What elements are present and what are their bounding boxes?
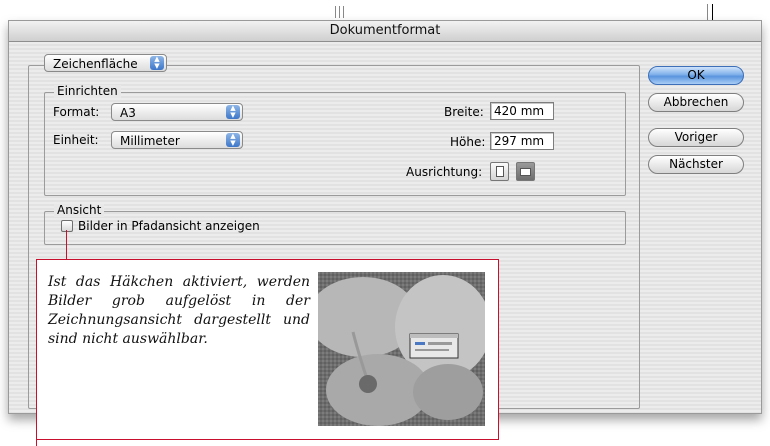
popup-arrows-icon: ▲ ▼ — [226, 133, 240, 147]
ok-button[interactable]: OK — [648, 66, 744, 85]
unit-select[interactable]: Millimeter ▲ ▼ — [111, 131, 243, 149]
guide-mark — [339, 6, 340, 18]
einrichten-legend: Einrichten — [54, 85, 121, 98]
hibiscus-flower-image — [308, 272, 491, 426]
guide-mark — [712, 4, 713, 20]
dialog-title: Dokumentformat — [9, 21, 761, 42]
cancel-button[interactable]: Abbrechen — [648, 93, 744, 112]
flower-illustration — [308, 272, 491, 426]
width-label: Breite: — [444, 105, 484, 119]
previous-button[interactable]: Voriger — [648, 128, 744, 147]
next-button[interactable]: Nächster — [648, 155, 744, 174]
annotation-text: Ist das Häkchen aktiviert, werden Bilder… — [48, 274, 310, 347]
annotation-callout: Ist das Häkchen aktiviert, werden Bilder… — [36, 259, 499, 440]
width-input[interactable]: 420 mm — [490, 102, 554, 120]
landscape-orientation-button[interactable] — [516, 162, 535, 181]
height-label: Höhe: — [450, 135, 486, 149]
popup-arrows-icon: ▲ ▼ — [150, 56, 164, 70]
landscape-page-icon — [520, 168, 531, 176]
show-images-checkbox[interactable] — [61, 220, 73, 232]
format-select[interactable]: A3 ▲ ▼ — [111, 103, 243, 121]
format-value: A3 — [120, 106, 136, 120]
orientation-label: Ausrichtung: — [406, 165, 483, 179]
artboard-popup[interactable]: Zeichenfläche ▲ ▼ — [44, 54, 167, 72]
guide-mark — [343, 6, 344, 18]
guide-mark — [707, 4, 708, 20]
artboard-popup-label: Zeichenfläche — [53, 57, 138, 71]
ansicht-legend: Ansicht — [54, 204, 105, 217]
show-images-label: Bilder in Pfadansicht anzeigen — [78, 219, 260, 233]
unit-value: Millimeter — [120, 134, 180, 148]
portrait-orientation-button[interactable] — [490, 162, 509, 181]
guide-mark — [335, 6, 336, 18]
format-label: Format: — [53, 105, 100, 119]
portrait-page-icon — [496, 166, 504, 177]
callout-connector — [66, 230, 67, 260]
height-input[interactable]: 297 mm — [490, 132, 554, 150]
unit-label: Einheit: — [53, 133, 99, 147]
popup-arrows-icon: ▲ ▼ — [226, 105, 240, 119]
